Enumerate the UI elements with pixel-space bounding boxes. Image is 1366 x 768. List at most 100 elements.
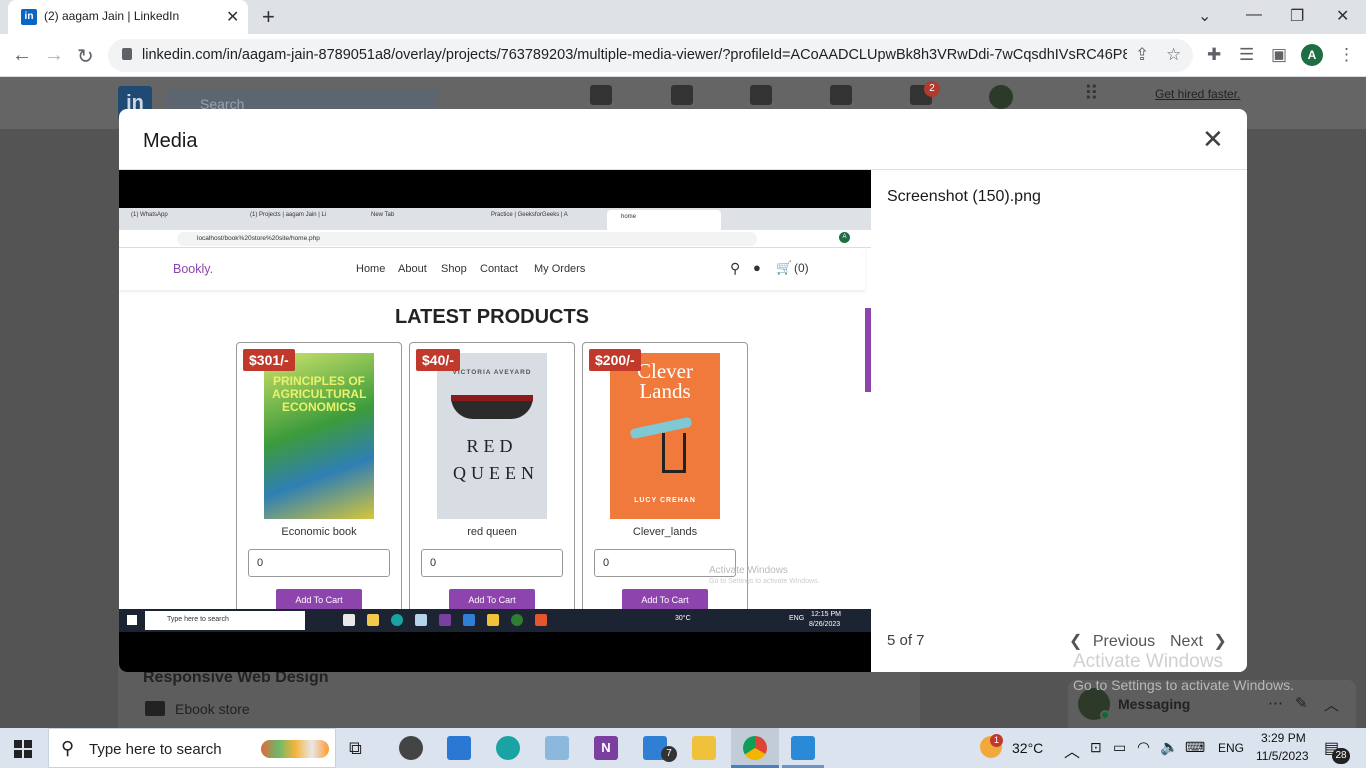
me-avatar[interactable] [989,85,1013,109]
mail-badge: 7 [661,746,677,762]
price-badge: $301/- [243,349,295,371]
side-panel-icon[interactable]: ▣ [1271,45,1287,65]
inner-taskbar-app-icon [511,614,523,626]
browser-tab-linkedin[interactable]: in (2) aagam Jain | LinkedIn ✕ [8,0,248,34]
chrome-menu-icon[interactable]: ⋮ [1338,45,1355,65]
cover-title: PRINCIPLES OF AGRICULTURAL ECONOMICS [272,374,367,414]
jobs-icon[interactable] [750,85,772,105]
network-icon[interactable] [671,85,693,105]
next-label: Next [1170,633,1203,650]
inner-date: 8/26/2023 [809,621,841,628]
share-icon[interactable]: ⇪ [1135,45,1149,65]
chevron-right-icon: ❯ [1213,633,1227,650]
site-search-icon: ⚲ [730,260,741,276]
inner-tab: New Tab [371,212,395,218]
profile-avatar[interactable]: A [1301,44,1323,66]
add-to-cart-button: Add To Cart [622,589,708,611]
inner-tab: Practice | GeeksforGeeks | A [491,212,568,218]
inner-activate-watermark-sub: Go to Settings to activate Windows. [709,578,820,585]
forward-icon[interactable]: → [44,44,64,67]
compose-icon[interactable]: ✎ [1295,694,1308,712]
modal-close-icon[interactable]: ✕ [1202,126,1224,152]
next-button[interactable]: Next ❯ [1170,631,1227,651]
reading-list-icon[interactable]: ☰ [1239,45,1254,65]
folder-label[interactable]: Ebook store [175,701,250,717]
messaging-label: Messaging [1118,696,1191,712]
media-details-panel: Screenshot (150).png 5 of 7 ❮ Previous N… [871,170,1247,672]
clock-time[interactable]: 3:29 PM [1261,731,1306,745]
inner-activate-watermark: Activate Windows [709,565,788,576]
inner-taskbar-app-icon [535,614,547,626]
volume-icon[interactable]: 🔈 [1160,738,1179,756]
inner-taskbar-app-icon [415,614,427,626]
previous-button[interactable]: ❮ Previous [1069,631,1155,651]
inner-taskbar-app-icon [343,614,355,626]
tab-close-icon[interactable]: ✕ [226,7,239,27]
windows-start-icon[interactable] [14,740,32,758]
vscode-icon[interactable] [791,736,815,760]
linkedin-favicon-icon: in [21,9,37,25]
product-card: PRINCIPLES OF AGRICULTURAL ECONOMICS $30… [236,342,402,632]
language-indicator[interactable]: ENG [1218,741,1244,755]
previous-label: Previous [1092,633,1156,650]
home-icon[interactable] [590,85,612,105]
keyboard-icon[interactable]: ⌨ [1185,739,1205,756]
clock-date[interactable]: 11/5/2023 [1256,749,1309,763]
site-user-icon: ● [753,260,761,275]
store-icon[interactable] [447,736,471,760]
inner-lang: ENG [789,615,805,622]
product-card: Clever Lands LUCY CREHAN $200/- Clever_l… [582,342,748,632]
file-explorer-icon[interactable] [692,736,716,760]
wifi-icon[interactable]: ◠ [1137,738,1150,756]
lock-icon [122,48,132,60]
inner-start-icon [127,615,137,625]
inner-tab-active: home [607,210,721,230]
minimize-icon[interactable]: — [1246,6,1262,24]
messaging-nav-icon[interactable] [830,85,852,105]
inner-tab: (1) Projects | aagam Jain | Li [250,212,327,218]
windows-taskbar: ⚲ Type here to search ⧉ N 7 1 32°C ︿ ⊡ ▭… [0,728,1366,768]
battery-icon[interactable]: ▭ [1113,739,1126,756]
reload-icon[interactable]: ↻ [77,44,94,69]
media-file-name: Screenshot (150).png [887,188,1041,205]
extensions-icon[interactable]: ✚ [1207,45,1221,65]
work-grid-icon[interactable]: ⠿ [1084,84,1106,105]
tab-search-chevron-icon[interactable]: ⌄ [1198,6,1211,26]
temperature[interactable]: 32°C [1012,740,1043,756]
window-close-icon[interactable]: ✕ [1336,6,1349,26]
product-name: Economic book [281,526,357,538]
inner-taskbar-app-icon [463,614,475,626]
bookmark-star-icon[interactable]: ☆ [1166,45,1181,65]
network-tray-icon[interactable]: ⊡ [1090,739,1102,756]
cover-title: RED QUEEN [453,436,539,483]
inner-tabstrip: (1) WhatsApp (1) Projects | aagam Jain |… [119,208,871,230]
add-to-cart-button: Add To Cart [449,589,535,611]
clock-app-icon[interactable] [399,736,423,760]
task-view-icon[interactable]: ⧉ [349,738,371,758]
new-tab-icon[interactable]: + [262,4,275,30]
chrome-icon[interactable] [743,736,767,760]
chair-graphic [662,433,686,473]
inner-address-row: localhost/book%20store%20site/home.php A [119,230,871,248]
product-card: VICTORIA AVEYARD RED QUEEN $40/- red que… [409,342,575,632]
photos-icon[interactable] [545,736,569,760]
inner-taskbar-search: Type here to search [145,611,305,630]
back-icon[interactable]: ← [12,44,32,67]
modal-title: Media [143,130,198,152]
inner-taskbar-app-icon [487,614,499,626]
taskbar-search-input[interactable]: ⚲ Type here to search [48,728,336,768]
more-options-icon[interactable]: ⋯ [1268,694,1283,712]
edge-icon[interactable] [496,736,520,760]
address-bar[interactable]: linkedin.com/in/aagam-jain-8789051a8/ove… [108,39,1193,72]
site-heading: LATEST PRODUCTS [394,306,590,328]
tab-title: (2) aagam Jain | LinkedIn [44,9,180,23]
inner-temperature: 30°C [675,615,691,622]
onenote-icon[interactable]: N [594,736,618,760]
chevron-up-icon[interactable]: ︿ [1324,694,1339,715]
price-badge: $200/- [589,349,641,371]
quantity-input: 0 [421,549,563,577]
get-hired-link[interactable]: Get hired faster. [1155,87,1240,101]
restore-icon[interactable]: ❐ [1290,6,1304,26]
browser-toolbar: ← → ↻ linkedin.com/in/aagam-jain-8789051… [0,34,1366,77]
chevron-up-tray-icon[interactable]: ︿ [1064,738,1080,762]
